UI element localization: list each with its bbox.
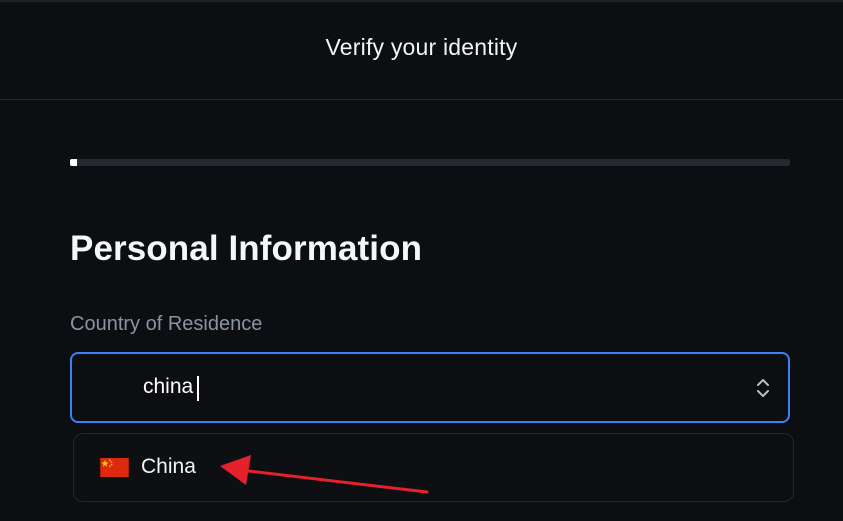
china-flag-icon bbox=[100, 458, 129, 477]
text-caret bbox=[197, 376, 199, 401]
country-search-field[interactable] bbox=[70, 352, 790, 423]
verify-identity-window: Verify your identity Personal Informatio… bbox=[0, 0, 843, 521]
section-title: Personal Information bbox=[70, 229, 423, 268]
chevron-up-down-icon[interactable] bbox=[752, 375, 774, 401]
country-option-label: China bbox=[141, 455, 196, 478]
country-field-label: Country of Residence bbox=[70, 313, 263, 335]
progress-fill bbox=[70, 159, 78, 166]
progress-bar bbox=[70, 159, 790, 166]
header: Verify your identity bbox=[0, 2, 843, 100]
country-search-input[interactable] bbox=[143, 374, 703, 400]
page-title: Verify your identity bbox=[325, 34, 518, 60]
country-option-china[interactable]: China bbox=[74, 434, 793, 501]
country-dropdown-list: China bbox=[73, 433, 794, 502]
